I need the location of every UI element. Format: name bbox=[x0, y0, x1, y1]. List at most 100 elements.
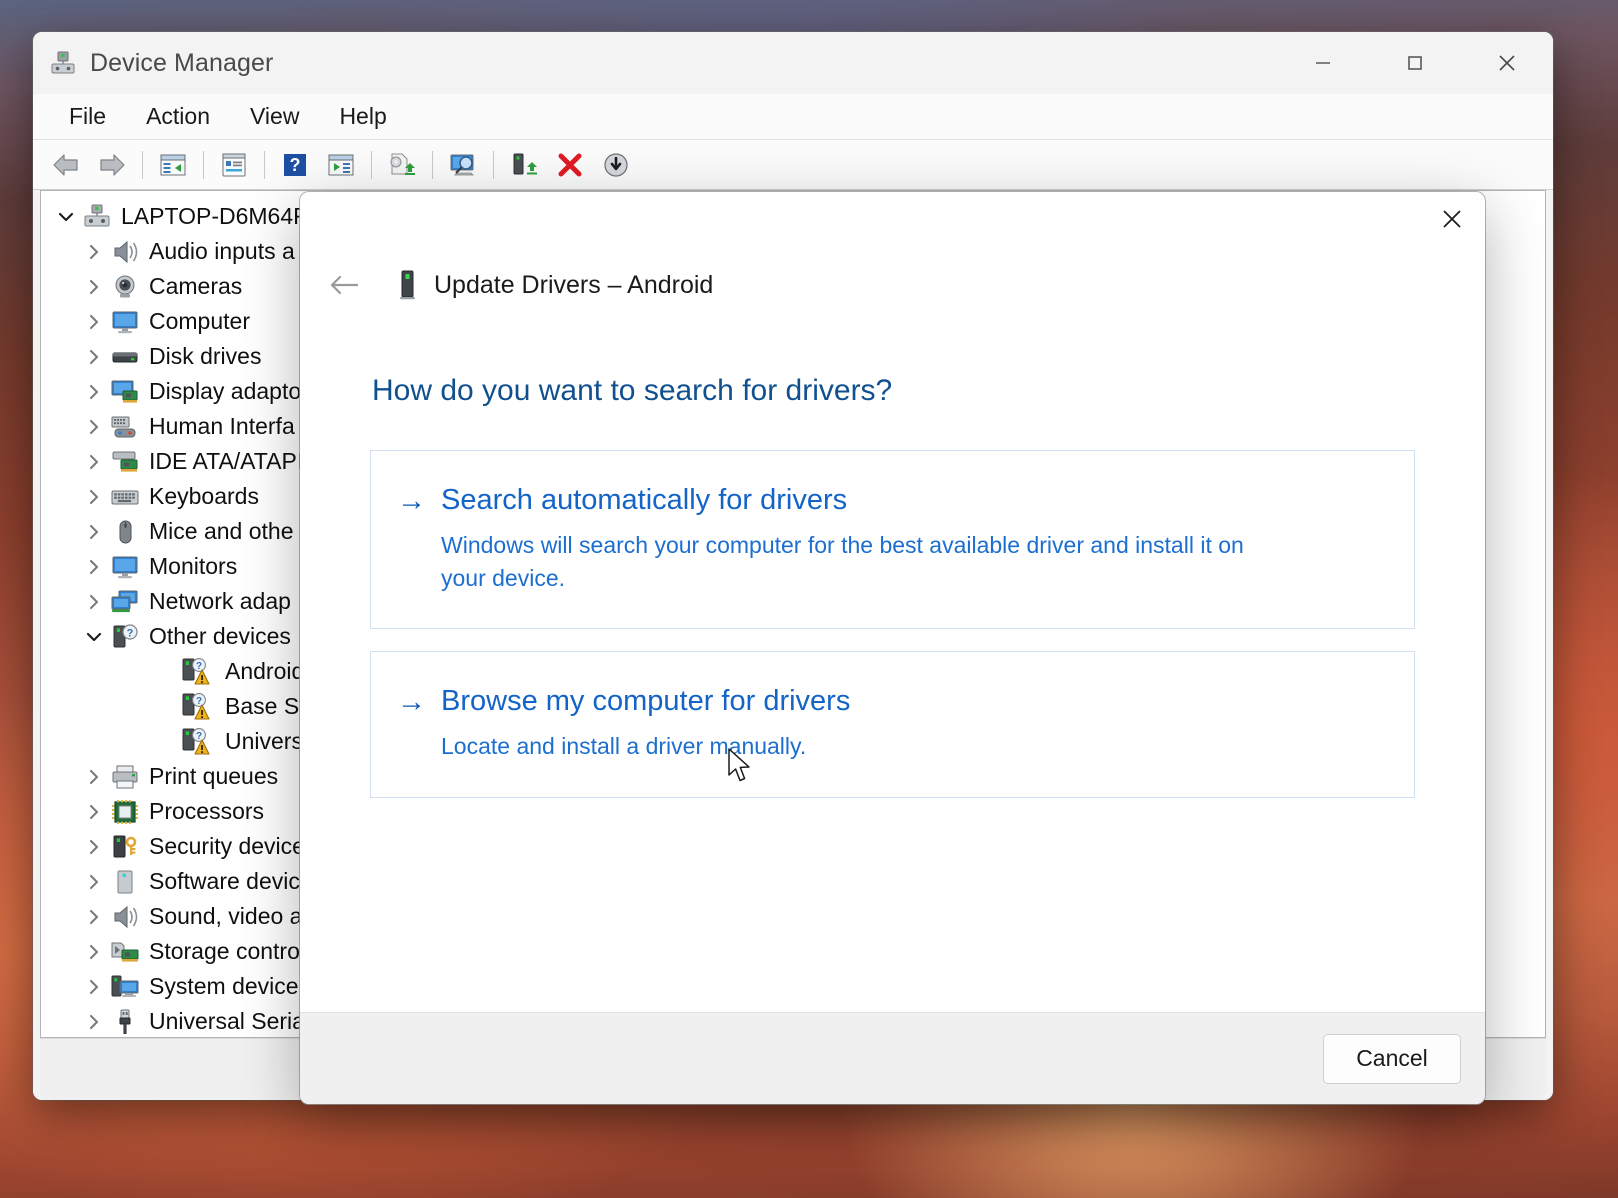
tree-node-label: Software devic bbox=[149, 868, 300, 894]
tree-node-label: Storage contro bbox=[149, 938, 300, 964]
tree-node-label: Sound, video a bbox=[149, 903, 303, 929]
chevron-right-icon[interactable] bbox=[79, 312, 109, 332]
system-device-icon bbox=[109, 974, 141, 1000]
ide-controller-icon bbox=[109, 449, 141, 475]
chevron-right-icon[interactable] bbox=[79, 382, 109, 402]
tree-node-label: Universal Seria bbox=[149, 1008, 305, 1034]
dialog-close-button[interactable] bbox=[1419, 192, 1485, 246]
option-browse-my-computer[interactable]: → Browse my computer for drivers Locate … bbox=[370, 651, 1415, 798]
usb-icon bbox=[109, 1008, 141, 1036]
chevron-right-icon[interactable] bbox=[79, 487, 109, 507]
scan-for-hardware-changes-icon[interactable] bbox=[318, 145, 364, 185]
update-driver-icon[interactable] bbox=[379, 145, 425, 185]
titlebar: Device Manager bbox=[33, 32, 1553, 94]
tree-node-label: Display adapto bbox=[149, 378, 302, 404]
network-adapter-icon bbox=[109, 589, 141, 615]
security-device-icon bbox=[109, 834, 141, 860]
toolbar-separator bbox=[264, 150, 265, 179]
chevron-right-icon[interactable] bbox=[79, 977, 109, 997]
storage-controller-icon bbox=[109, 939, 141, 965]
arrow-right-icon: → bbox=[397, 485, 426, 517]
chevron-right-icon[interactable] bbox=[79, 592, 109, 612]
menu-help[interactable]: Help bbox=[321, 99, 404, 134]
forward-arrow-icon[interactable] bbox=[89, 145, 135, 185]
chevron-right-icon[interactable] bbox=[79, 872, 109, 892]
tree-node-label: Disk drives bbox=[149, 343, 262, 369]
back-arrow-icon bbox=[330, 275, 358, 295]
tree-node-label: Security device bbox=[149, 833, 305, 859]
printer-icon bbox=[109, 764, 141, 790]
warning-device-icon: ? bbox=[181, 727, 217, 756]
chevron-right-icon[interactable] bbox=[79, 452, 109, 472]
tree-node-label: Print queues bbox=[149, 763, 279, 789]
computer-node-icon bbox=[81, 204, 113, 230]
properties-icon[interactable] bbox=[211, 145, 257, 185]
option-desc-browse-my-computer: Locate and install a driver manually. bbox=[441, 733, 807, 760]
tree-node-label: LAPTOP-D6M64RD bbox=[121, 203, 327, 229]
tree-node-label: Audio inputs a bbox=[149, 238, 295, 264]
chevron-right-icon[interactable] bbox=[79, 522, 109, 542]
uninstall-device-icon[interactable] bbox=[547, 145, 593, 185]
tree-node-label: IDE ATA/ATAPI bbox=[149, 448, 304, 474]
dialog-footer: Cancel bbox=[300, 1012, 1485, 1104]
option-title-search-automatically: Search automatically for drivers bbox=[441, 484, 848, 516]
chevron-right-icon[interactable] bbox=[79, 802, 109, 822]
chevron-right-icon[interactable] bbox=[79, 417, 109, 437]
chevron-right-icon[interactable] bbox=[79, 347, 109, 367]
tree-node-label: Computer bbox=[149, 308, 250, 334]
chevron-right-icon[interactable] bbox=[79, 242, 109, 262]
tree-node-label: Network adap bbox=[149, 588, 291, 614]
tree-node-label: Monitors bbox=[149, 553, 238, 579]
tree-node-label: Cameras bbox=[149, 273, 243, 299]
processor-icon bbox=[109, 799, 141, 825]
camera-icon bbox=[109, 274, 141, 300]
chevron-right-icon[interactable] bbox=[79, 277, 109, 297]
scan-devices-icon[interactable] bbox=[440, 145, 486, 185]
maximize-button[interactable] bbox=[1369, 32, 1461, 94]
tree-node-label: Android bbox=[225, 658, 305, 684]
warning-device-icon: ? bbox=[181, 692, 217, 721]
monitor-icon bbox=[109, 554, 141, 580]
chevron-right-icon[interactable] bbox=[79, 1012, 109, 1032]
menu-action[interactable]: Action bbox=[128, 99, 228, 134]
toolbar-separator bbox=[432, 150, 433, 179]
svg-text:?: ? bbox=[127, 627, 134, 639]
window-controls bbox=[1277, 32, 1553, 94]
menu-view[interactable]: View bbox=[232, 99, 317, 134]
mouse-icon bbox=[109, 519, 141, 545]
tree-node-label: Other devices bbox=[149, 623, 291, 649]
dialog-device-icon bbox=[398, 270, 420, 300]
tree-node-label: Mice and othe bbox=[149, 518, 294, 544]
option-search-automatically[interactable]: → Search automatically for drivers Windo… bbox=[370, 450, 1415, 630]
tree-node-label: Processors bbox=[149, 798, 265, 824]
speaker-icon bbox=[109, 904, 141, 930]
back-arrow-icon[interactable] bbox=[43, 145, 89, 185]
chevron-right-icon[interactable] bbox=[79, 907, 109, 927]
chevron-right-icon[interactable] bbox=[79, 942, 109, 962]
minimize-button[interactable] bbox=[1277, 32, 1369, 94]
cancel-button[interactable]: Cancel bbox=[1323, 1033, 1461, 1084]
dialog-back-button[interactable] bbox=[322, 263, 366, 307]
chevron-down-icon[interactable] bbox=[51, 207, 81, 227]
option-title-browse-my-computer: Browse my computer for drivers bbox=[441, 685, 851, 718]
disable-device-icon[interactable] bbox=[593, 145, 639, 185]
chevron-right-icon[interactable] bbox=[79, 557, 109, 577]
chevron-right-icon[interactable] bbox=[79, 837, 109, 857]
option-desc-search-automatically: Windows will search your computer for th… bbox=[441, 531, 1244, 591]
menu-file[interactable]: File bbox=[51, 99, 124, 134]
window-title: Device Manager bbox=[90, 48, 274, 77]
enable-device-icon[interactable] bbox=[501, 145, 547, 185]
show-hidden-devices-icon[interactable] bbox=[150, 145, 196, 185]
close-button[interactable] bbox=[1461, 32, 1553, 94]
tree-node-label: System device bbox=[149, 973, 299, 999]
disk-drive-icon bbox=[109, 344, 141, 370]
monitor-icon bbox=[109, 309, 141, 335]
chevron-down-icon[interactable] bbox=[79, 627, 109, 647]
help-icon[interactable]: ? bbox=[272, 145, 318, 185]
update-drivers-dialog: Update Drivers – Android How do you want… bbox=[300, 192, 1485, 1104]
tree-node-label: Human Interfa bbox=[149, 413, 295, 439]
keyboard-icon bbox=[109, 484, 141, 510]
unknown-device-icon: ? bbox=[109, 623, 141, 650]
chevron-right-icon[interactable] bbox=[79, 767, 109, 787]
dialog-heading: How do you want to search for drivers? bbox=[372, 374, 893, 407]
